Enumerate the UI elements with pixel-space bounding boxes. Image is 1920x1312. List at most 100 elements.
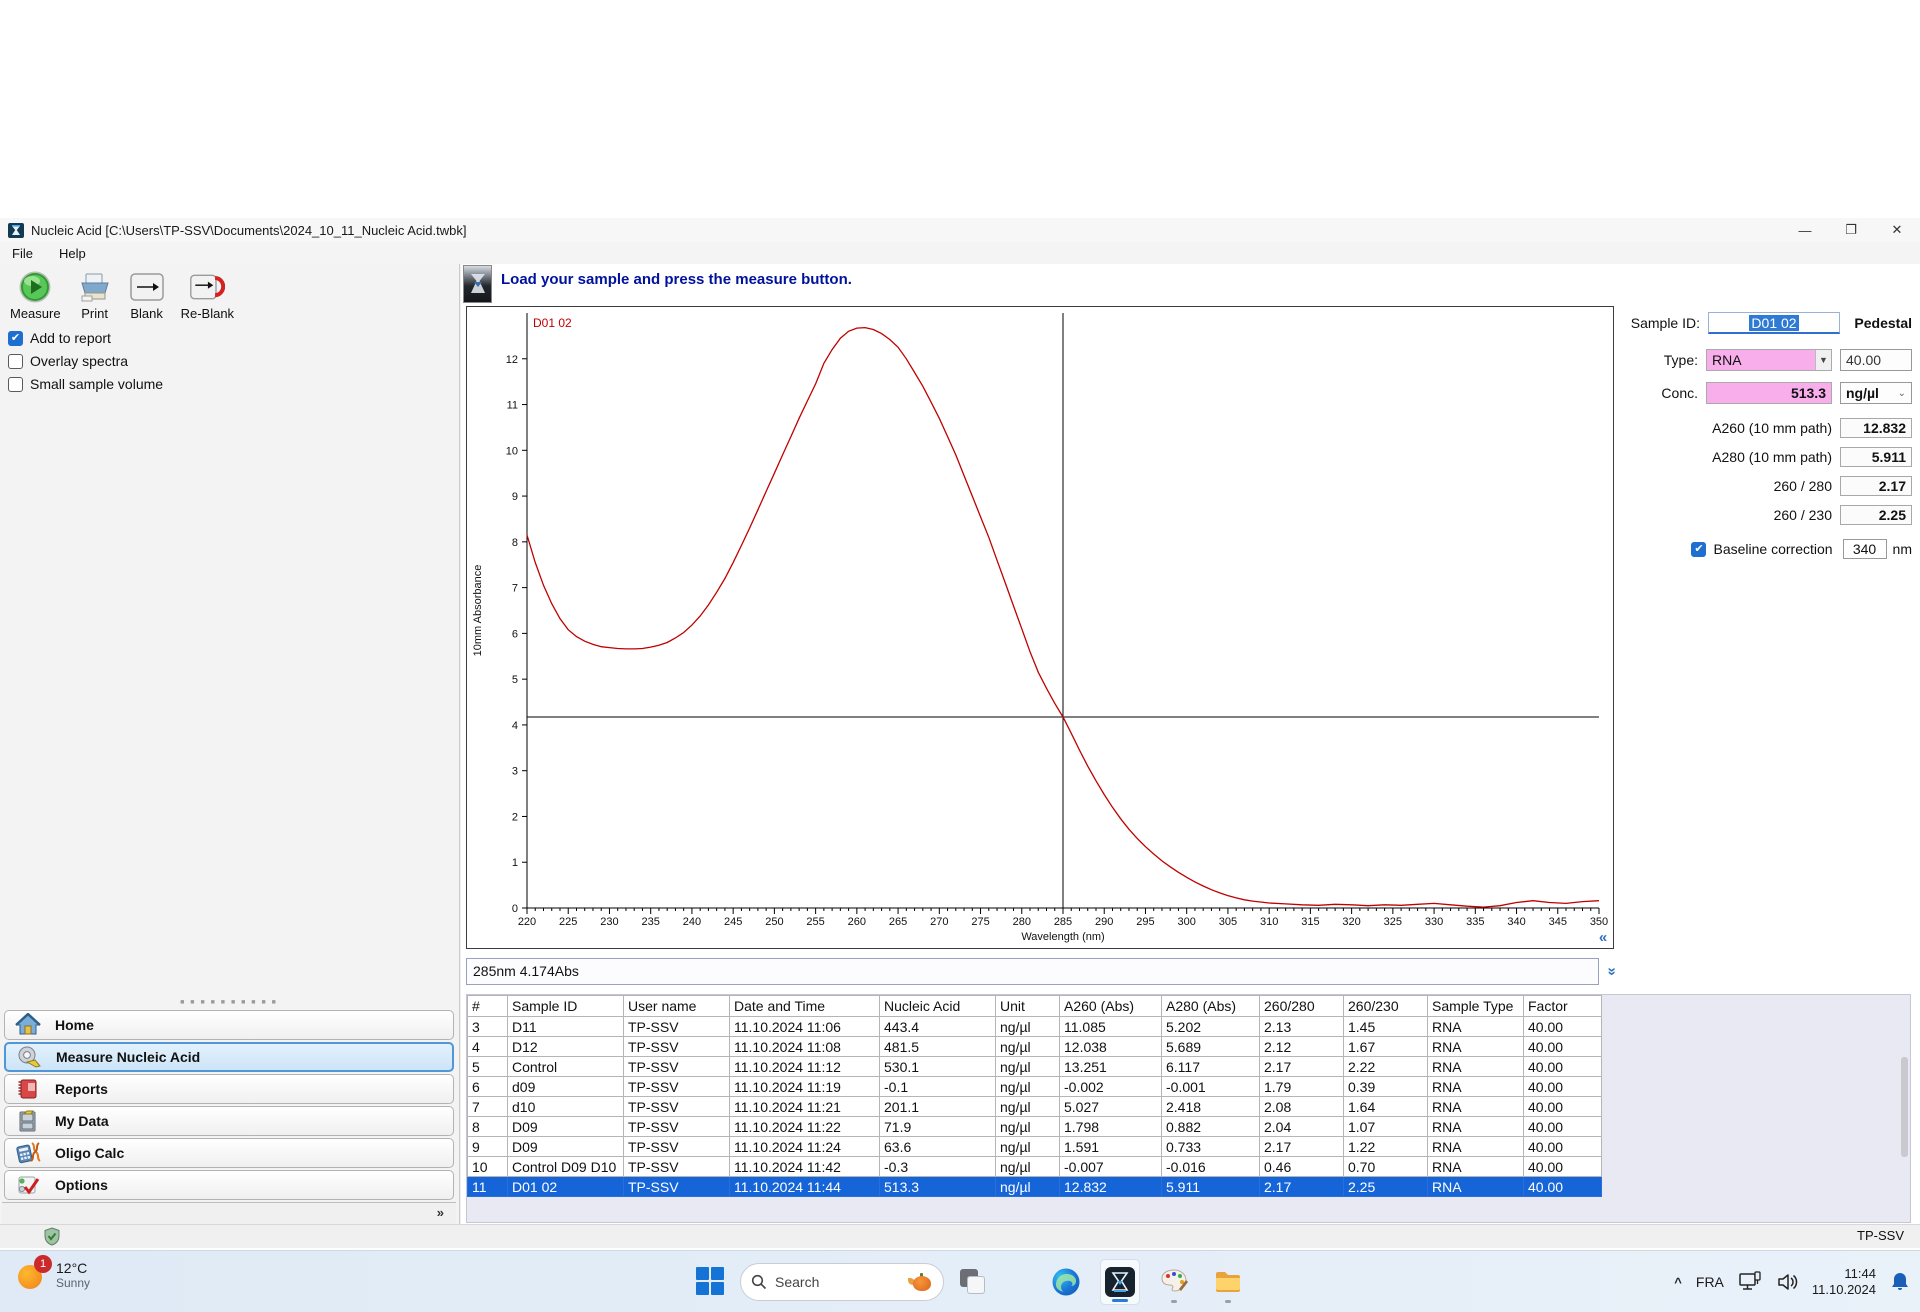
table-cell[interactable]: 5.027: [1059, 1096, 1162, 1117]
table-cell[interactable]: 13.251: [1059, 1056, 1162, 1077]
sidebar-item-home[interactable]: Home: [4, 1010, 454, 1040]
table-cell[interactable]: 40.00: [1523, 1096, 1602, 1117]
table-cell[interactable]: 40.00: [1523, 1136, 1602, 1157]
table-cell[interactable]: 11.10.2024 11:08: [729, 1036, 880, 1057]
table-cell[interactable]: RNA: [1427, 1136, 1524, 1157]
table-cell[interactable]: 2.17: [1259, 1136, 1344, 1157]
table-cell[interactable]: 9: [467, 1136, 508, 1157]
table-cell[interactable]: 7: [467, 1096, 508, 1117]
table-cell[interactable]: RNA: [1427, 1016, 1524, 1037]
table-cell[interactable]: 1.22: [1343, 1136, 1428, 1157]
table-cell[interactable]: 1.45: [1343, 1016, 1428, 1037]
close-button[interactable]: ✕: [1874, 218, 1920, 242]
table-cell[interactable]: 10: [467, 1156, 508, 1177]
sidebar-collapse-button[interactable]: »: [2, 1202, 456, 1224]
table-cell[interactable]: 2.08: [1259, 1096, 1344, 1117]
table-row[interactable]: 10 Control D09 D10 TP-SSV 11.10.2024 11:42-…: [467, 1156, 1602, 1177]
column-header[interactable]: User name: [623, 995, 730, 1017]
table-cell[interactable]: RNA: [1427, 1036, 1524, 1057]
table-cell[interactable]: ng/µl: [995, 1136, 1060, 1157]
column-header[interactable]: Nucleic Acid: [879, 995, 996, 1017]
table-cell[interactable]: 40.00: [1523, 1056, 1602, 1077]
sidebar-item-my-data[interactable]: My Data: [4, 1106, 454, 1136]
table-cell[interactable]: 530.1: [879, 1056, 996, 1077]
table-row[interactable]: 11 D01 02 TP-SSV 11.10.2024 11:44 513.3 ng/µl…: [467, 1176, 1602, 1197]
table-cell[interactable]: 0.882: [1161, 1116, 1260, 1137]
table-cell[interactable]: Control D09 D10: [507, 1156, 624, 1177]
weather-widget[interactable]: 1 12°C Sunny: [16, 1255, 90, 1291]
table-cell[interactable]: TP-SSV: [623, 1036, 730, 1057]
column-header[interactable]: Sample ID: [507, 995, 624, 1017]
splitter-grip[interactable]: ■ ■ ■ ■ ■ ■ ■ ■ ■ ■: [2, 999, 456, 1008]
spectrum-chart[interactable]: 220 225 230 235 240 245 250 255 260 265 270 275 280 2…: [466, 306, 1614, 949]
column-header[interactable]: A280 (Abs): [1161, 995, 1260, 1017]
table-cell[interactable]: 2.04: [1259, 1116, 1344, 1137]
table-cell[interactable]: 4: [467, 1036, 508, 1057]
baseline-wavelength-field[interactable]: 340: [1842, 539, 1887, 559]
column-header[interactable]: 260/230: [1343, 995, 1428, 1017]
small-sample-volume-checkbox[interactable]: Small sample volume: [8, 376, 163, 392]
table-cell[interactable]: 0.70: [1343, 1156, 1428, 1177]
table-cell[interactable]: ng/µl: [995, 1036, 1060, 1057]
table-cell[interactable]: 2.22: [1343, 1056, 1428, 1077]
table-cell[interactable]: 2.17: [1259, 1176, 1344, 1197]
table-cell[interactable]: 2.13: [1259, 1016, 1344, 1037]
table-cell[interactable]: 12.038: [1059, 1036, 1162, 1057]
table-cell[interactable]: 3: [467, 1016, 508, 1037]
table-cell[interactable]: 40.00: [1523, 1116, 1602, 1137]
type-factor-field[interactable]: 40.00: [1840, 349, 1912, 371]
table-cell[interactable]: D09: [507, 1116, 624, 1137]
table-cell[interactable]: TP-SSV: [623, 1096, 730, 1117]
table-cell[interactable]: ng/µl: [995, 1076, 1060, 1097]
table-row[interactable]: 3 D11 TP-SSV 11.10.2024 11:06 443.4 ng/µl 11.0…: [467, 1016, 1602, 1037]
table-row[interactable]: 4 D12 TP-SSV 11.10.2024 11:08 481.5 ng/µl 12.0…: [467, 1036, 1602, 1057]
table-cell[interactable]: 1.798: [1059, 1116, 1162, 1137]
table-cell[interactable]: TP-SSV: [623, 1176, 730, 1197]
table-cell[interactable]: TP-SSV: [623, 1016, 730, 1037]
column-header[interactable]: 260/280: [1259, 995, 1344, 1017]
table-cell[interactable]: D09: [507, 1136, 624, 1157]
table-cell[interactable]: 11.085: [1059, 1016, 1162, 1037]
table-cell[interactable]: 0.733: [1161, 1136, 1260, 1157]
minimize-button[interactable]: —: [1782, 218, 1828, 242]
reblank-button[interactable]: Re-Blank: [177, 268, 238, 323]
table-cell[interactable]: 2.418: [1161, 1096, 1260, 1117]
unit-dropdown[interactable]: ng/µl ⌄: [1840, 382, 1912, 404]
table-cell[interactable]: TP-SSV: [623, 1156, 730, 1177]
table-cell[interactable]: ng/µl: [995, 1156, 1060, 1177]
menu-help[interactable]: Help: [59, 246, 86, 261]
notification-bell-icon[interactable]: [1890, 1271, 1910, 1293]
table-cell[interactable]: 0.39: [1343, 1076, 1428, 1097]
column-header[interactable]: Date and Time: [729, 995, 880, 1017]
table-cell[interactable]: 2.12: [1259, 1036, 1344, 1057]
table-row[interactable]: 6 d09 TP-SSV 11.10.2024 11:19 -0.1 ng/µl -0.00…: [467, 1076, 1602, 1097]
table-cell[interactable]: 513.3: [879, 1176, 996, 1197]
baseline-correction-checkbox[interactable]: ✔: [1691, 541, 1707, 557]
table-cell[interactable]: 1.07: [1343, 1116, 1428, 1137]
edge-taskbar-icon[interactable]: [1046, 1259, 1086, 1305]
table-cell[interactable]: 5.911: [1161, 1176, 1260, 1197]
table-cell[interactable]: ng/µl: [995, 1096, 1060, 1117]
table-cell[interactable]: 11.10.2024 11:21: [729, 1096, 880, 1117]
network-icon[interactable]: [1738, 1271, 1762, 1293]
table-cell[interactable]: 1.79: [1259, 1076, 1344, 1097]
table-cell[interactable]: Control: [507, 1056, 624, 1077]
blank-button[interactable]: Blank: [125, 268, 169, 323]
measure-button[interactable]: Measure: [6, 268, 65, 323]
table-cell[interactable]: RNA: [1427, 1116, 1524, 1137]
table-cell[interactable]: ng/µl: [995, 1056, 1060, 1077]
table-cell[interactable]: -0.3: [879, 1156, 996, 1177]
table-cell[interactable]: 5.689: [1161, 1036, 1260, 1057]
overlay-spectra-checkbox[interactable]: Overlay spectra: [8, 353, 163, 369]
sidebar-item-options[interactable]: Options: [4, 1170, 454, 1200]
column-header[interactable]: Sample Type: [1427, 995, 1524, 1017]
table-row[interactable]: 7 d10 TP-SSV 11.10.2024 11:21 201.1 ng/µl 5.02…: [467, 1096, 1602, 1117]
table-cell[interactable]: 11.10.2024 11:24: [729, 1136, 880, 1157]
sample-id-input[interactable]: D01 02: [1708, 312, 1840, 334]
column-header[interactable]: Factor: [1523, 995, 1602, 1017]
tray-overflow-chevron[interactable]: ^: [1674, 1275, 1682, 1290]
table-cell[interactable]: RNA: [1427, 1096, 1524, 1117]
table-cell[interactable]: RNA: [1427, 1176, 1524, 1197]
table-cell[interactable]: 11.10.2024 11:22: [729, 1116, 880, 1137]
table-cell[interactable]: 0.46: [1259, 1156, 1344, 1177]
